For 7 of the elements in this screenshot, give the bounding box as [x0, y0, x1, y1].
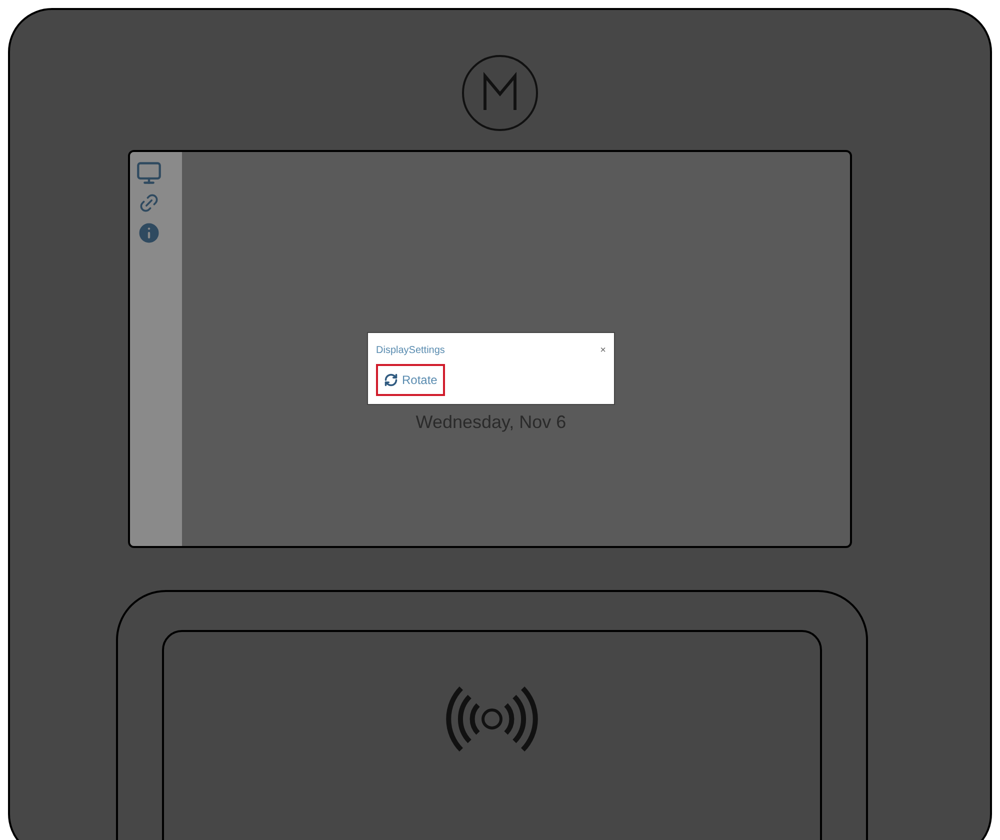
- rotate-button[interactable]: Rotate: [376, 364, 446, 396]
- close-button[interactable]: ×: [600, 346, 606, 356]
- refresh-icon: [384, 373, 398, 387]
- dialog-title: DisplaySettings: [376, 344, 445, 358]
- info-icon[interactable]: [136, 220, 162, 246]
- logo-icon: [461, 54, 539, 132]
- monitor-icon[interactable]: [136, 160, 162, 186]
